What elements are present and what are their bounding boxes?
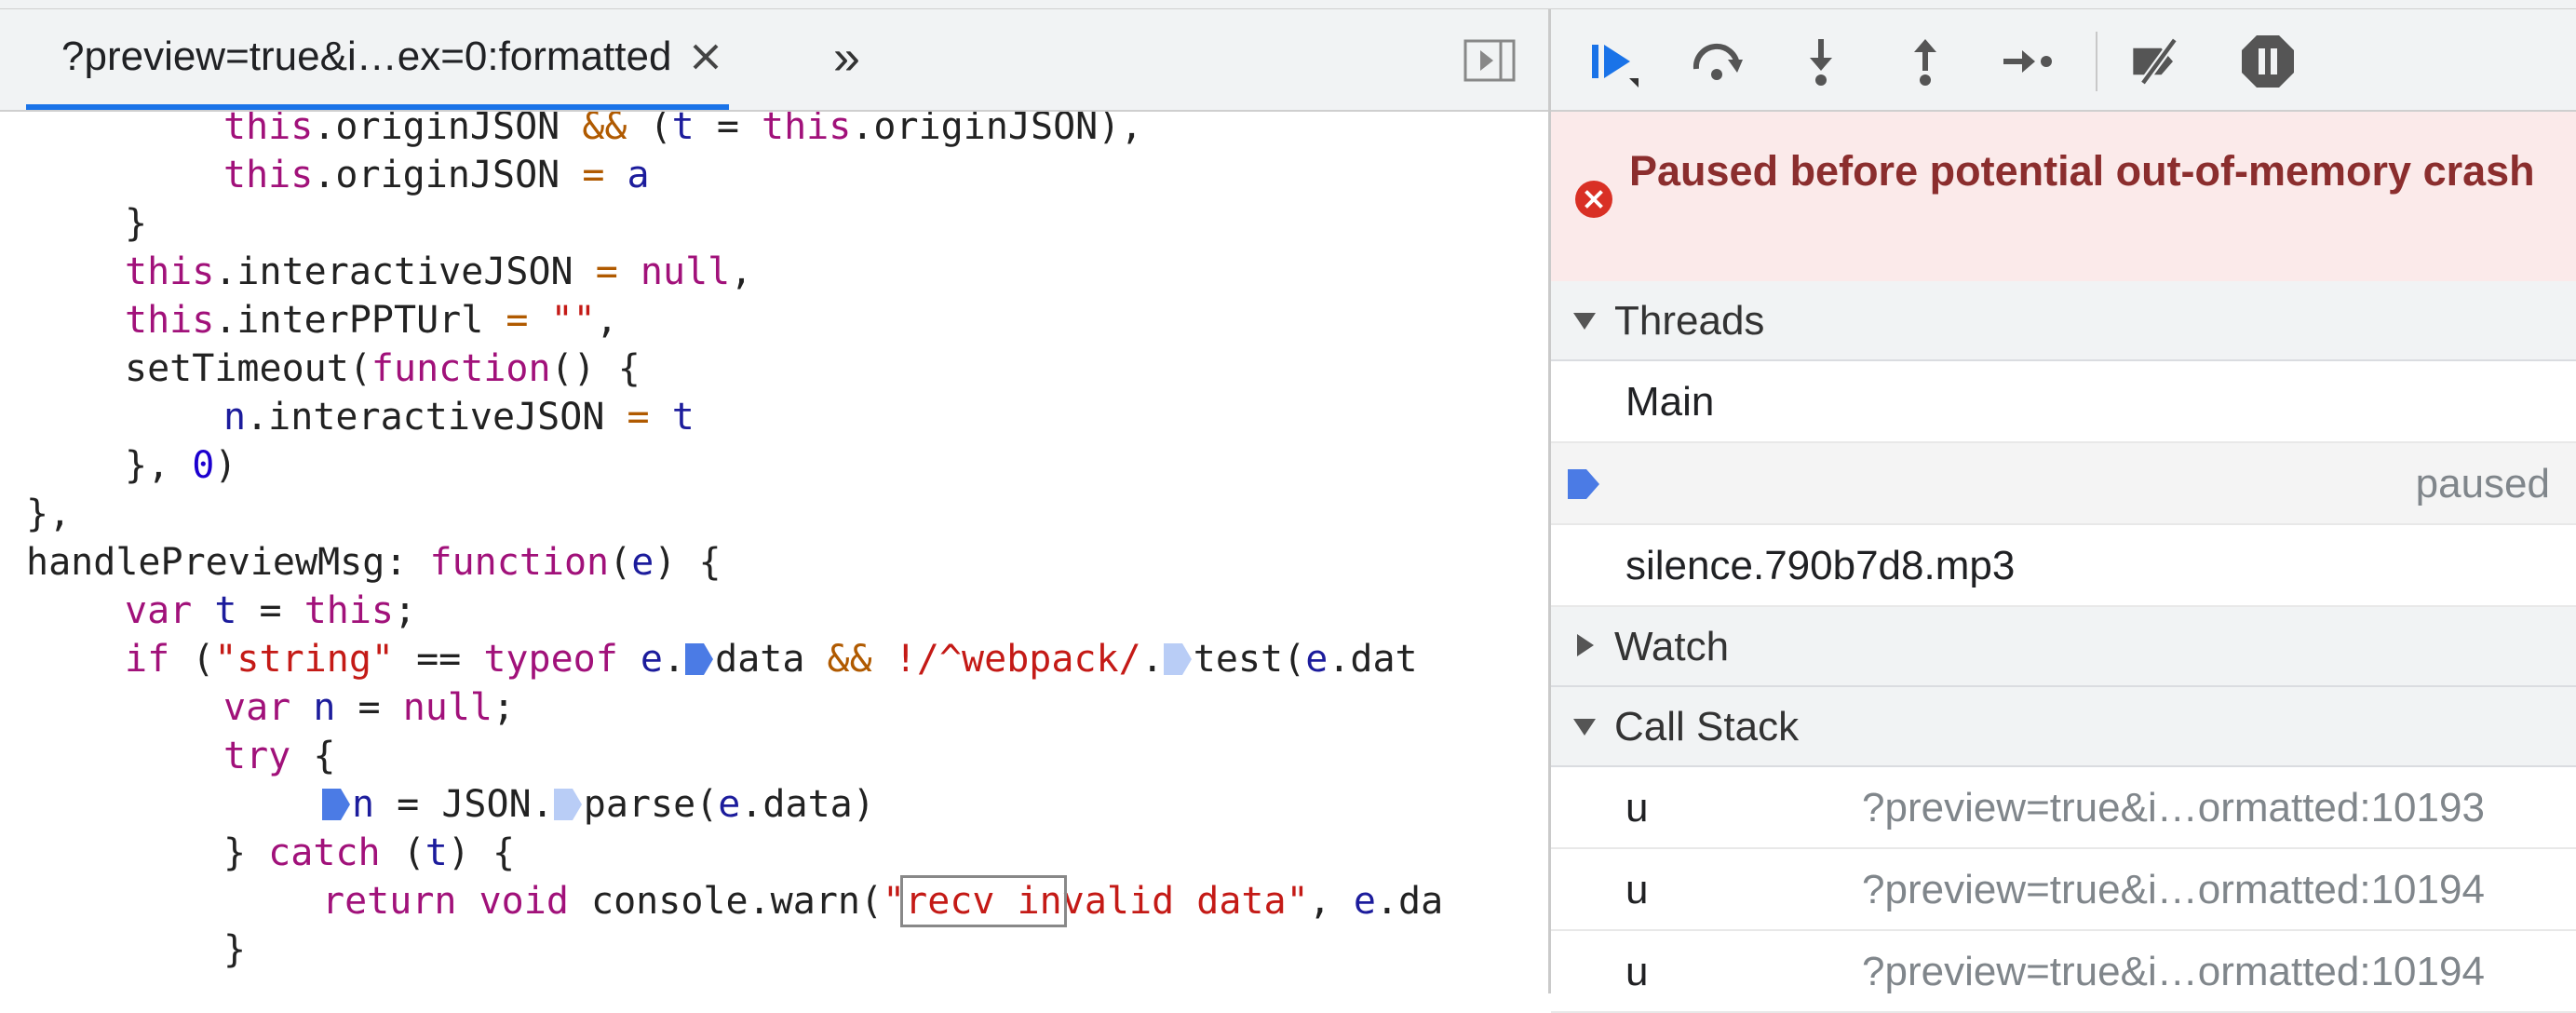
thread-name: silence.790b7d8.mp3 bbox=[1625, 543, 2016, 588]
debugger-toolbar bbox=[1551, 9, 2576, 112]
code-line: this.interactiveJSON = null, bbox=[125, 250, 753, 293]
search-match-highlight: recv in bbox=[900, 875, 1067, 927]
watch-section-header[interactable]: Watch bbox=[1551, 607, 2576, 687]
section-title: Call Stack bbox=[1614, 704, 1800, 750]
thread-item-selected[interactable]: paused bbox=[1551, 443, 2576, 525]
code-line: this.originJSON = a bbox=[223, 154, 650, 196]
step-icon[interactable] bbox=[1998, 32, 2057, 91]
window-top-edge bbox=[0, 0, 2576, 9]
tab-label: ?preview=true&i…ex=0:formatted bbox=[61, 34, 672, 79]
code-line: n = JSON. parse(e.data) bbox=[322, 780, 875, 829]
toolbar-separator bbox=[2096, 32, 2097, 91]
more-tabs-icon[interactable]: » bbox=[833, 34, 878, 82]
deactivate-breakpoints-icon[interactable] bbox=[2128, 32, 2188, 91]
code-line: n.interactiveJSON = t bbox=[223, 396, 695, 439]
code-line: } bbox=[223, 928, 247, 971]
code-line: if ("string" == typeof e. data && !/^webp… bbox=[125, 638, 1418, 681]
thread-status: paused bbox=[2415, 461, 2550, 506]
thread-item[interactable]: Main bbox=[1551, 361, 2576, 443]
step-out-icon[interactable] bbox=[1895, 32, 1955, 91]
section-title: Watch bbox=[1614, 624, 1730, 669]
toggle-debugger-icon[interactable] bbox=[1463, 39, 1516, 82]
chevron-down-icon bbox=[1573, 719, 1596, 736]
code-view[interactable]: this.originJSON && (t = this.originJSON)… bbox=[0, 112, 1548, 993]
resume-icon[interactable] bbox=[1585, 32, 1644, 91]
breakpoint-marker-icon[interactable] bbox=[322, 789, 350, 820]
editor-tab-active[interactable]: ?preview=true&i…ex=0:formatted bbox=[26, 9, 730, 110]
paused-message: Paused before potential out-of-memory cr… bbox=[1629, 147, 2535, 195]
code-line: } catch (t) { bbox=[223, 831, 516, 874]
step-over-icon[interactable] bbox=[1687, 32, 1747, 91]
error-icon bbox=[1575, 181, 1612, 218]
inline-breakpoint-icon[interactable] bbox=[1163, 643, 1192, 675]
source-editor: ?preview=true&i…ex=0:formatted » this.or… bbox=[0, 9, 1548, 993]
call-frame[interactable]: u ?preview=true&i…ormatted:10194 bbox=[1551, 849, 2576, 931]
code-line: try { bbox=[223, 735, 336, 777]
code-line: return void console.warn("recv invalid d… bbox=[322, 875, 1444, 927]
chevron-down-icon bbox=[1573, 313, 1596, 330]
code-line: setTimeout(function() { bbox=[125, 347, 641, 390]
code-line: var t = this; bbox=[125, 589, 417, 632]
code-line: var n = null; bbox=[223, 686, 516, 729]
breakpoint-marker-icon[interactable] bbox=[685, 643, 714, 675]
frame-location[interactable]: ?preview=true&i…ormatted:10194 bbox=[1862, 931, 2485, 1013]
section-title: Threads bbox=[1614, 298, 1765, 344]
frame-function: u bbox=[1625, 949, 1649, 994]
frame-function: u bbox=[1625, 785, 1649, 831]
step-into-icon[interactable] bbox=[1791, 32, 1851, 91]
frame-location[interactable]: ?preview=true&i…ormatted:10194 bbox=[1862, 849, 2485, 931]
call-frame[interactable]: u ?preview=true&i…ormatted:10193 bbox=[1551, 767, 2576, 849]
frame-location[interactable]: ?preview=true&i…ormatted:10193 bbox=[1862, 767, 2485, 849]
current-thread-arrow-icon bbox=[1568, 469, 1599, 499]
inline-breakpoint-icon[interactable] bbox=[553, 789, 582, 820]
close-icon[interactable] bbox=[692, 43, 720, 71]
code-line: }, bbox=[26, 493, 72, 535]
code-line: } bbox=[125, 202, 148, 245]
code-line: }, 0) bbox=[125, 444, 237, 487]
frame-function: u bbox=[1625, 867, 1649, 912]
code-line: handlePreviewMsg: function(e) { bbox=[26, 541, 722, 584]
editor-tab-bar: ?preview=true&i…ex=0:formatted » bbox=[0, 9, 1548, 112]
threads-section-header[interactable]: Threads bbox=[1551, 281, 2576, 361]
chevron-right-icon bbox=[1577, 634, 1594, 656]
call-frame[interactable]: u ?preview=true&i…ormatted:10194 bbox=[1551, 931, 2576, 1013]
thread-name: Main bbox=[1625, 379, 1715, 425]
thread-item[interactable]: silence.790b7d8.mp3 bbox=[1551, 525, 2576, 607]
call-stack-section-header[interactable]: Call Stack bbox=[1551, 687, 2576, 767]
pause-on-exceptions-icon[interactable] bbox=[2238, 32, 2298, 91]
code-line: this.interPPTUrl = "", bbox=[125, 299, 618, 342]
debugger-sidebar: Paused before potential out-of-memory cr… bbox=[1551, 9, 2576, 1013]
code-line: this.originJSON && (t = this.originJSON)… bbox=[223, 112, 1143, 148]
paused-banner: Paused before potential out-of-memory cr… bbox=[1551, 112, 2576, 283]
